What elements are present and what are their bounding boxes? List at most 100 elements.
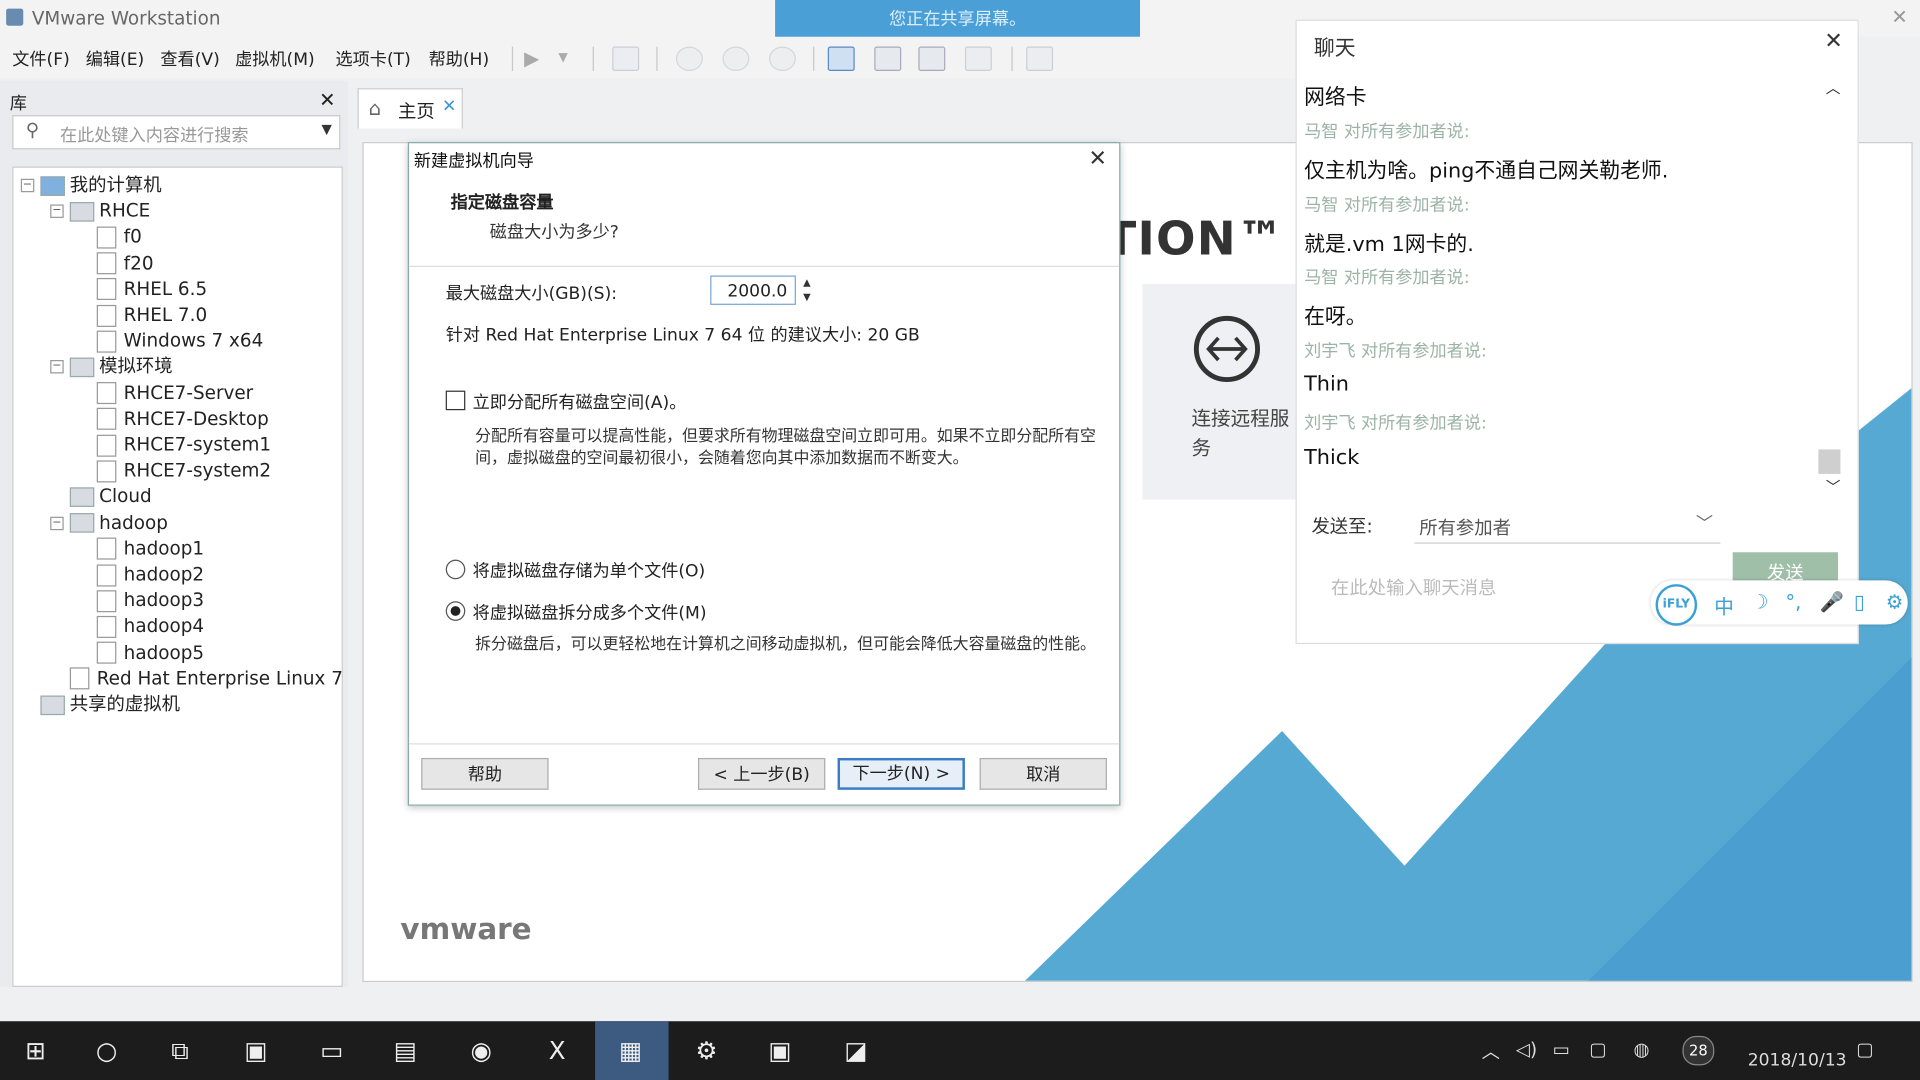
network-icon[interactable] xyxy=(612,46,640,72)
excel-icon[interactable]: X xyxy=(539,1033,576,1067)
folder-icon xyxy=(69,201,95,222)
tree-item[interactable]: Cloud xyxy=(69,484,152,510)
action-center-icon[interactable]: ▢ xyxy=(1856,1038,1873,1060)
revert-snapshot-icon[interactable] xyxy=(722,46,750,72)
disk-size-spinner[interactable]: ▲ ▼ xyxy=(798,276,815,305)
tab-home[interactable]: ⌂ 主页 ✕ xyxy=(357,88,463,129)
menu-file[interactable]: 文件(F) xyxy=(12,47,70,71)
single-file-radio[interactable] xyxy=(445,559,466,580)
library-panel: 库 ✕ ⚲ 在此处键入内容进行搜索 ▼ − 我的计算机 − RHCE f0 f20 RHEL… xyxy=(0,80,348,1056)
vmware-taskbar-icon[interactable]: ▦ xyxy=(612,1033,649,1067)
tree-item[interactable]: RHCE7-system2 xyxy=(96,458,271,484)
tree-item[interactable]: RHCE7-Server xyxy=(96,380,253,406)
menu-help[interactable]: 帮助(H) xyxy=(429,47,490,71)
ime-icon[interactable]: ◍ xyxy=(1633,1038,1649,1060)
settings-gear-icon[interactable]: ⚙ xyxy=(688,1033,725,1067)
notes-icon[interactable]: ◪ xyxy=(838,1033,875,1067)
tree-item[interactable]: hadoop5 xyxy=(96,640,204,666)
manage-snapshots-icon[interactable] xyxy=(768,46,796,72)
tree-item[interactable]: 我的计算机 xyxy=(40,173,162,199)
vmware-app-icon xyxy=(6,8,24,26)
disk-size-input[interactable]: 2000.0 xyxy=(710,275,796,305)
tree-item[interactable]: RHCE7-system1 xyxy=(96,432,271,458)
tree-item[interactable]: f0 xyxy=(96,225,142,251)
play-dropdown-icon[interactable]: ▼ xyxy=(558,51,582,73)
snapshot-icon[interactable] xyxy=(675,46,703,72)
tree-item[interactable]: 共享的虚拟机 xyxy=(40,692,180,718)
tree-item[interactable]: RHCE xyxy=(69,199,150,225)
tree-item[interactable]: hadoop4 xyxy=(96,614,204,640)
next-button[interactable]: 下一步(N) > xyxy=(837,757,965,790)
keyboard-icon[interactable]: ▯ xyxy=(1854,590,1865,613)
unity-icon[interactable] xyxy=(964,46,992,72)
dialog-close-icon[interactable]: ✕ xyxy=(1088,146,1106,172)
windows-start-icon[interactable]: ⊞ xyxy=(17,1033,54,1067)
punctuation-icon[interactable]: °, xyxy=(1785,590,1801,613)
tree-item[interactable]: hadoop1 xyxy=(96,536,204,562)
chat-scroll-down-icon[interactable]: ﹀ xyxy=(1826,476,1841,497)
library-close-icon[interactable]: ✕ xyxy=(319,88,335,111)
file-explorer-icon[interactable]: ▭ xyxy=(313,1033,350,1067)
chat-input[interactable]: 在此处输入聊天消息 xyxy=(1331,574,1496,600)
chat-close-icon[interactable]: ✕ xyxy=(1824,28,1842,54)
tree-item[interactable]: RHEL 7.0 xyxy=(96,302,207,328)
vm-icon xyxy=(96,589,117,612)
volume-icon[interactable]: ◁) xyxy=(1516,1038,1537,1060)
tree-expander-icon[interactable]: − xyxy=(50,204,64,219)
show-library-icon[interactable] xyxy=(827,46,855,72)
tree-expander-icon[interactable]: − xyxy=(50,360,64,374)
multiple-files-label[interactable]: 将虚拟磁盘拆分成多个文件(M) xyxy=(473,600,707,624)
tree-item[interactable]: Windows 7 x64 xyxy=(96,328,263,354)
chat-scroll-up-icon[interactable]: ︿ xyxy=(1826,77,1841,98)
tray-chevron-icon[interactable]: ︿ xyxy=(1482,1038,1500,1064)
tree-item[interactable]: Red Hat Enterprise Linux 7 6 xyxy=(69,666,343,692)
tab-close-icon[interactable]: ✕ xyxy=(442,97,456,117)
taskbar-app-icon[interactable]: ▣ xyxy=(762,1033,799,1067)
chat-scroll-thumb[interactable] xyxy=(1818,449,1841,474)
notification-badge[interactable]: 28 xyxy=(1682,1035,1715,1066)
microphone-icon[interactable]: 🎤 xyxy=(1820,590,1844,613)
window-close-icon[interactable]: ✕ xyxy=(1891,5,1907,28)
tree-item[interactable]: hadoop3 xyxy=(96,588,204,614)
cortana-icon[interactable]: ○ xyxy=(88,1033,125,1067)
task-view-icon[interactable]: ⧉ xyxy=(162,1033,199,1067)
tree-item-label: Red Hat Enterprise Linux 7 6 xyxy=(96,667,343,690)
tree-expander-icon[interactable]: − xyxy=(20,178,35,193)
settings-icon[interactable]: ⚙ xyxy=(1886,590,1904,613)
network-tray-icon[interactable]: ▢ xyxy=(1589,1038,1606,1060)
tree-item[interactable]: hadoop xyxy=(69,510,168,536)
allocate-now-label[interactable]: 立即分配所有磁盘空间(A)。 xyxy=(473,389,687,413)
fullscreen-icon[interactable] xyxy=(918,46,946,72)
taskbar-app-icon[interactable]: ▣ xyxy=(238,1033,275,1067)
menu-view[interactable]: 查看(V) xyxy=(160,47,219,71)
connect-remote-server-tile[interactable]: 连接远程服务 xyxy=(1142,284,1302,500)
allocate-now-checkbox[interactable] xyxy=(445,390,466,411)
console-view-icon[interactable] xyxy=(1026,46,1054,72)
thumbnail-bar-icon[interactable] xyxy=(874,46,902,72)
tree-item[interactable]: RHEL 6.5 xyxy=(96,276,207,302)
battery-icon[interactable]: ▭ xyxy=(1553,1038,1570,1060)
tree-expander-icon[interactable]: − xyxy=(50,516,64,530)
menu-edit[interactable]: 编辑(E) xyxy=(86,47,145,71)
help-button[interactable]: 帮助 xyxy=(421,757,549,790)
library-search-input[interactable]: ⚲ 在此处键入内容进行搜索 ▼ xyxy=(12,115,341,150)
browser-icon[interactable]: ◉ xyxy=(463,1033,500,1067)
clock-date[interactable]: 2018/10/13 xyxy=(1748,1051,1847,1071)
menu-vm[interactable]: 虚拟机(M) xyxy=(235,47,315,71)
play-icon[interactable]: ▶ xyxy=(524,47,548,70)
taskbar-app-icon[interactable]: ▤ xyxy=(387,1033,424,1067)
chinese-mode-icon[interactable]: 中 xyxy=(1714,590,1734,619)
tree-item[interactable]: f20 xyxy=(96,251,154,277)
ifly-logo[interactable]: iFLY xyxy=(1655,584,1698,626)
single-file-label[interactable]: 将虚拟磁盘存储为单个文件(O) xyxy=(473,558,706,582)
chat-message: 仅主机为啥。ping不通自己网关勒老师. xyxy=(1304,159,1669,184)
menu-tabs[interactable]: 选项卡(T) xyxy=(336,47,411,71)
back-button[interactable]: < 上一步(B) xyxy=(697,757,826,790)
tree-item[interactable]: RHCE7-Desktop xyxy=(96,406,269,432)
tree-item[interactable]: 模拟环境 xyxy=(69,354,173,380)
cancel-button[interactable]: 取消 xyxy=(979,757,1107,790)
moon-icon[interactable]: ☽ xyxy=(1751,590,1769,613)
search-dropdown-icon[interactable]: ▼ xyxy=(321,121,331,137)
send-to-select[interactable]: 所有参加者 ﹀ xyxy=(1414,508,1721,544)
tree-item[interactable]: hadoop2 xyxy=(96,562,204,588)
